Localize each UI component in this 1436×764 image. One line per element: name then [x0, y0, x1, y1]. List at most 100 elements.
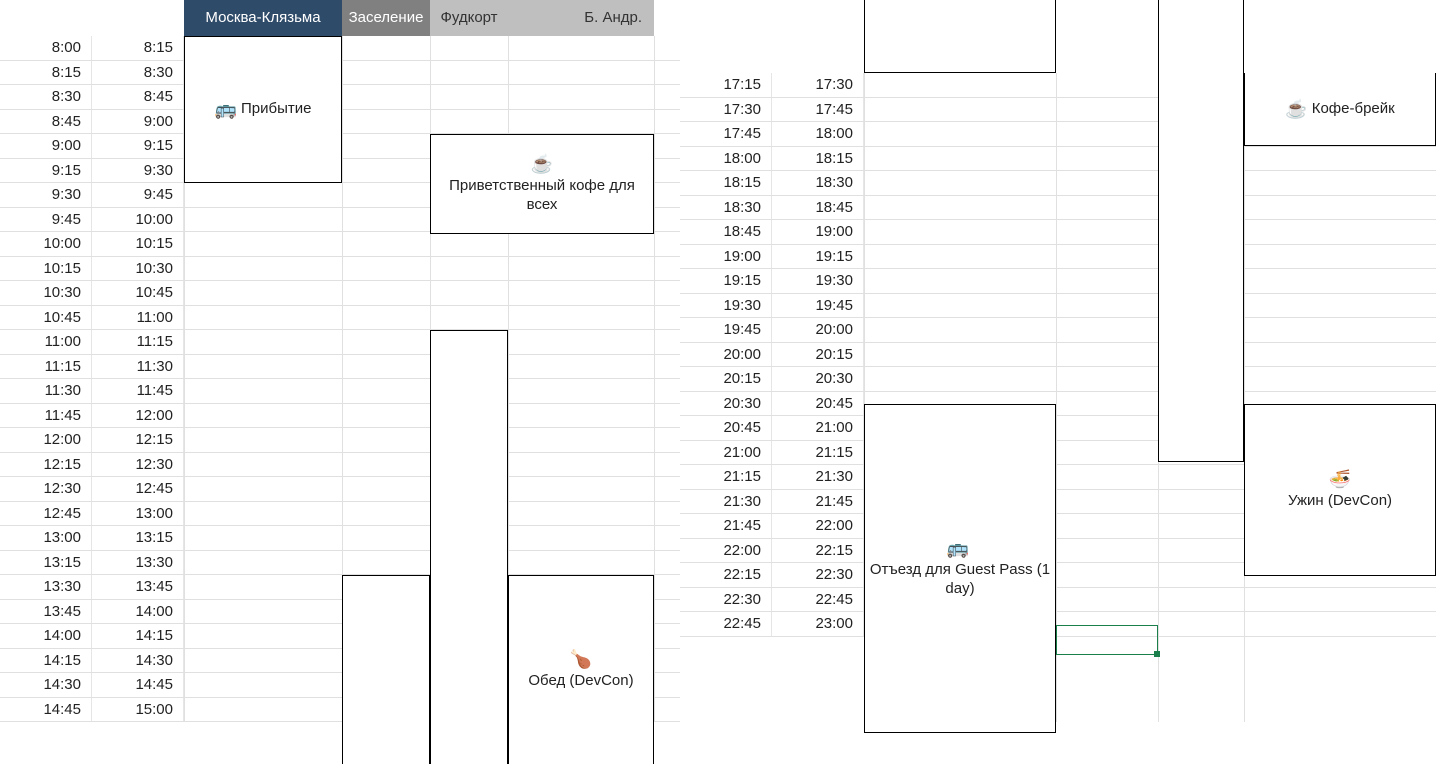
time-row[interactable]: 22:3022:45: [680, 588, 1436, 613]
time-start: 12:30: [0, 477, 92, 501]
time-row[interactable]: 20:1520:30: [680, 367, 1436, 392]
time-start: 18:30: [680, 196, 772, 220]
time-row[interactable]: 12:1512:30: [0, 453, 680, 478]
schedule-panel-right: 17:1517:3017:3017:4517:4518:0018:0018:15…: [680, 0, 1436, 722]
time-end: 18:30: [772, 171, 864, 195]
time-end: 21:00: [772, 416, 864, 440]
header-col-zaselenie[interactable]: Заселение: [342, 0, 430, 36]
time-end: 20:15: [772, 343, 864, 367]
time-start: 22:15: [680, 563, 772, 587]
time-end: 20:00: [772, 318, 864, 342]
time-start: 12:45: [0, 502, 92, 526]
time-row[interactable]: 11:3011:45: [0, 379, 680, 404]
time-end: 10:15: [92, 232, 184, 256]
time-start: 8:15: [0, 61, 92, 85]
event-col1-top[interactable]: [864, 0, 1056, 73]
time-end: 12:45: [92, 477, 184, 501]
time-start: 20:15: [680, 367, 772, 391]
time-end: 11:00: [92, 306, 184, 330]
event-checkin-block[interactable]: [342, 575, 430, 764]
time-start: 11:45: [0, 404, 92, 428]
time-row[interactable]: 11:1511:30: [0, 355, 680, 380]
time-row[interactable]: 13:1513:30: [0, 551, 680, 576]
time-row[interactable]: 19:0019:15: [680, 245, 1436, 270]
time-start: 14:00: [0, 624, 92, 648]
time-start: 14:15: [0, 649, 92, 673]
time-end: 14:15: [92, 624, 184, 648]
time-start: 21:45: [680, 514, 772, 538]
time-row[interactable]: 19:1519:30: [680, 269, 1436, 294]
time-row[interactable]: 19:3019:45: [680, 294, 1436, 319]
time-end: 11:15: [92, 330, 184, 354]
time-start: 20:30: [680, 392, 772, 416]
time-end: 11:45: [92, 379, 184, 403]
time-row[interactable]: 19:4520:00: [680, 318, 1436, 343]
time-start: 19:00: [680, 245, 772, 269]
time-end: 17:45: [772, 98, 864, 122]
time-end: 12:15: [92, 428, 184, 452]
schedule-panel-left: Москва-Клязьма Заселение Фудкорт Б. Андр…: [0, 0, 680, 722]
time-row[interactable]: 10:3010:45: [0, 281, 680, 306]
event-lunch[interactable]: 🍗 Обед (DevCon): [508, 575, 654, 764]
time-end: 19:30: [772, 269, 864, 293]
event-foodcourt-block[interactable]: [430, 330, 508, 764]
time-start: 22:00: [680, 539, 772, 563]
event-welcome-coffee[interactable]: ☕ Приветственный кофе для всех: [430, 134, 654, 234]
time-row[interactable]: 20:0020:15: [680, 343, 1436, 368]
time-end: 8:30: [92, 61, 184, 85]
time-start: 18:45: [680, 220, 772, 244]
time-start: 19:30: [680, 294, 772, 318]
event-departure[interactable]: 🚌 Отъезд для Guest Pass (1 day): [864, 404, 1056, 733]
time-row[interactable]: 13:0013:15: [0, 526, 680, 551]
time-end: 22:45: [772, 588, 864, 612]
event-arrival[interactable]: 🚌 Прибытие: [184, 36, 342, 183]
coffee-icon: ☕: [531, 154, 553, 175]
time-row[interactable]: 18:1518:30: [680, 171, 1436, 196]
event-dinner[interactable]: 🍜 Ужин (DevCon): [1244, 404, 1436, 576]
event-col3-top[interactable]: [1158, 0, 1244, 462]
time-row[interactable]: 18:3018:45: [680, 196, 1436, 221]
time-row[interactable]: 10:0010:15: [0, 232, 680, 257]
time-end: 15:00: [92, 698, 184, 722]
bus-icon: 🚌: [215, 99, 237, 120]
header-col-moskva-klyazma[interactable]: Москва-Клязьма: [184, 0, 342, 36]
time-row[interactable]: 18:0018:15: [680, 147, 1436, 172]
event-coffee-break[interactable]: ☕ Кофе-брейк: [1244, 73, 1436, 146]
time-start: 21:30: [680, 490, 772, 514]
time-start: 11:00: [0, 330, 92, 354]
time-start: 18:00: [680, 147, 772, 171]
time-start: 19:45: [680, 318, 772, 342]
time-start: 9:15: [0, 159, 92, 183]
event-label: Ужин (DevCon): [1288, 492, 1392, 511]
time-end: 10:30: [92, 257, 184, 281]
time-end: 12:30: [92, 453, 184, 477]
time-end: 22:30: [772, 563, 864, 587]
time-row[interactable]: 10:4511:00: [0, 306, 680, 331]
time-row[interactable]: 18:4519:00: [680, 220, 1436, 245]
time-row[interactable]: 12:3012:45: [0, 477, 680, 502]
time-start: 12:15: [0, 453, 92, 477]
time-start: 17:30: [680, 98, 772, 122]
time-start: 21:15: [680, 465, 772, 489]
time-end: 9:45: [92, 183, 184, 207]
time-end: 19:15: [772, 245, 864, 269]
header-col-b-andr[interactable]: Б. Андр.: [508, 0, 654, 36]
time-start: 21:00: [680, 441, 772, 465]
time-end: 9:00: [92, 110, 184, 134]
time-end: 9:30: [92, 159, 184, 183]
time-row[interactable]: 11:0011:15: [0, 330, 680, 355]
header-col-foodcourt[interactable]: Фудкорт: [430, 0, 508, 36]
header-row: Москва-Клязьма Заселение Фудкорт Б. Андр…: [0, 0, 680, 36]
time-end: 20:30: [772, 367, 864, 391]
time-end: 22:15: [772, 539, 864, 563]
time-row[interactable]: 10:1510:30: [0, 257, 680, 282]
time-end: 12:00: [92, 404, 184, 428]
time-start: 17:15: [680, 73, 772, 97]
time-row[interactable]: 12:0012:15: [0, 428, 680, 453]
time-start: 22:45: [680, 612, 772, 636]
time-start: 8:00: [0, 36, 92, 60]
time-end: 10:45: [92, 281, 184, 305]
time-row[interactable]: 11:4512:00: [0, 404, 680, 429]
time-row[interactable]: 12:4513:00: [0, 502, 680, 527]
cell-selection[interactable]: [1056, 625, 1158, 655]
